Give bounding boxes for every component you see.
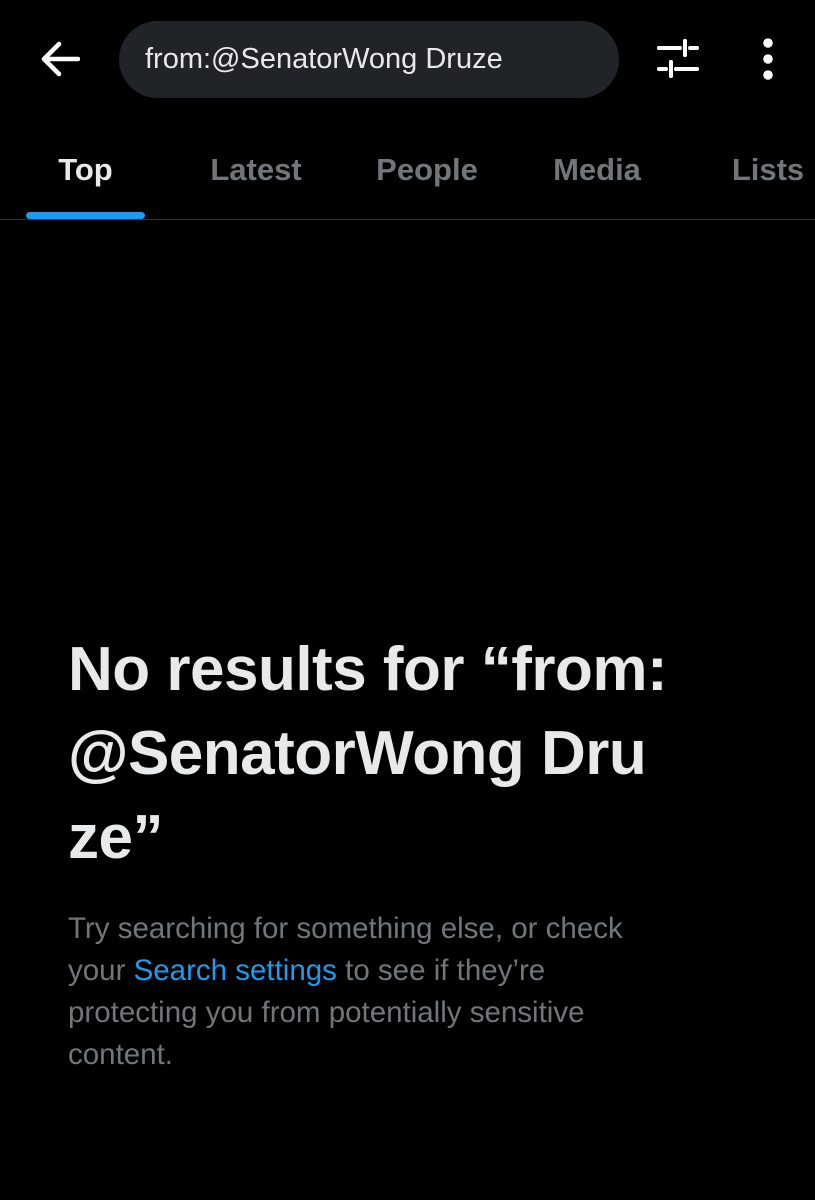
search-input[interactable]	[145, 43, 593, 76]
active-tab-indicator	[26, 212, 145, 219]
tab-label: Latest	[210, 151, 302, 187]
tab-label: People	[376, 151, 478, 187]
empty-state-title: No results for “from:@SenatorWong Druze”	[68, 635, 668, 872]
search-filter-button[interactable]	[650, 33, 706, 89]
sliders-icon	[657, 38, 699, 85]
empty-state: No results for “from:@SenatorWong Druze”…	[68, 628, 668, 1076]
tab-label: Top	[58, 151, 113, 187]
tab-media[interactable]: Media	[530, 120, 664, 219]
more-vertical-icon	[761, 37, 775, 85]
tab-lists[interactable]: Lists	[712, 120, 815, 219]
tab-top[interactable]: Top	[26, 120, 145, 219]
search-tabs: Top Latest People Media Lists	[0, 120, 815, 220]
empty-state-description: Try searching for something else, or che…	[68, 908, 668, 1076]
tab-label: Media	[553, 151, 641, 187]
tab-latest[interactable]: Latest	[186, 120, 326, 219]
tab-people[interactable]: People	[356, 120, 498, 219]
back-button[interactable]	[30, 35, 90, 87]
tab-label: Lists	[731, 151, 805, 187]
more-options-button[interactable]	[742, 33, 794, 89]
top-app-bar	[0, 0, 815, 120]
search-bar[interactable]	[119, 21, 619, 98]
arrow-left-icon	[40, 41, 81, 82]
search-settings-link[interactable]: Search settings	[134, 954, 337, 987]
